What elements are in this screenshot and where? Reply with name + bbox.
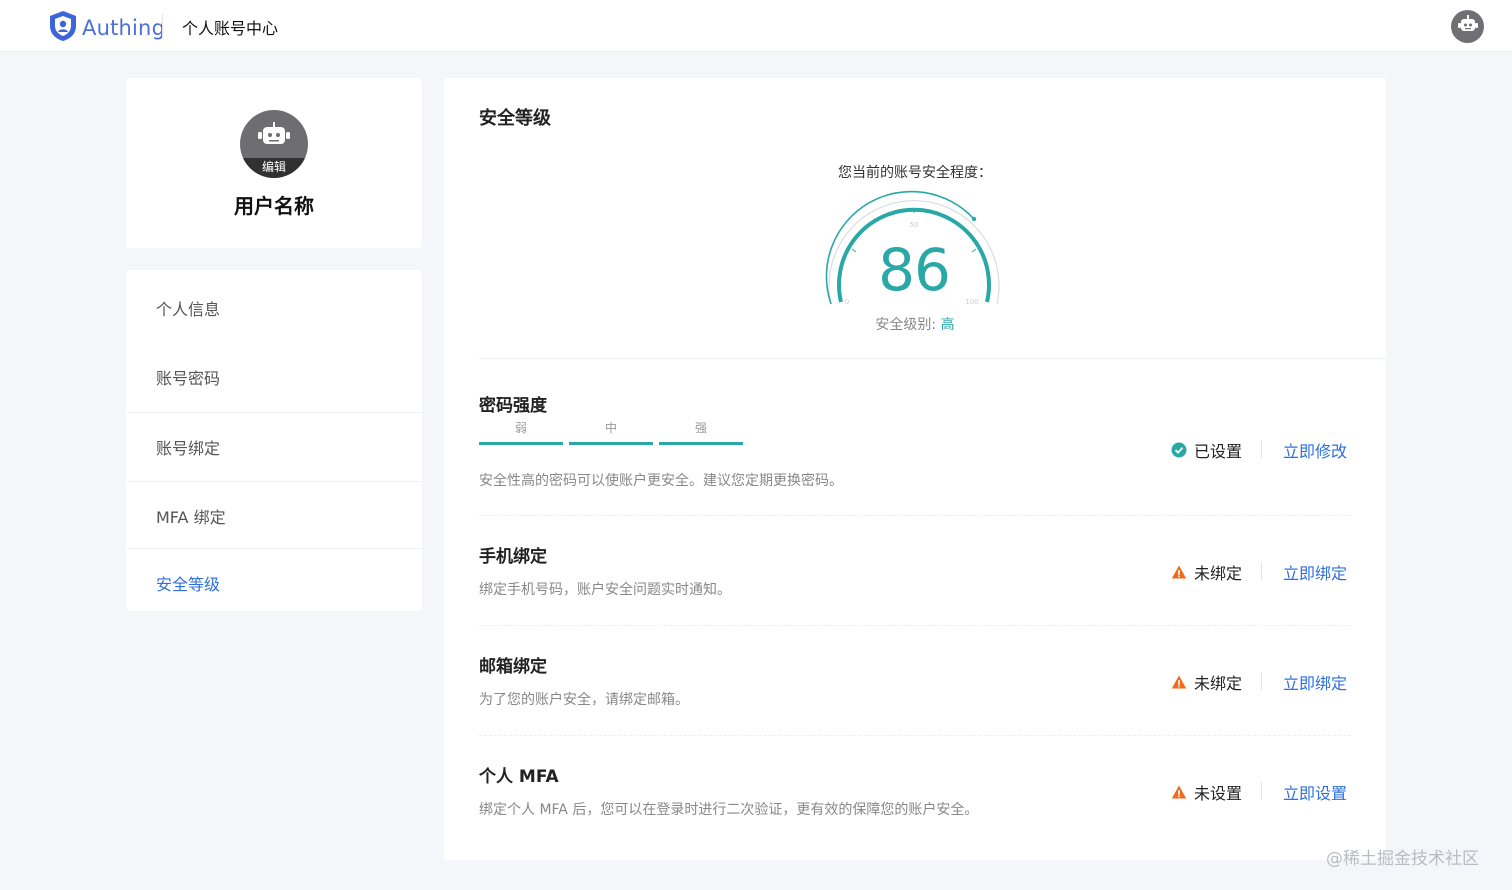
status-badge: 未绑定 — [1171, 670, 1242, 694]
gauge-tick-50: 50 — [910, 221, 919, 229]
check-circle-icon — [1171, 442, 1187, 458]
strength-medium: 中 — [569, 419, 653, 445]
divider — [479, 358, 1386, 359]
sidebar-item-mfa-binding[interactable]: MFA 绑定 — [126, 481, 422, 549]
setup-mfa-link[interactable]: 立即设置 — [1283, 780, 1347, 804]
security-level-text: 安全级别: 高 — [444, 314, 1386, 334]
phone-binding-section: 手机绑定 绑定手机号码，账户安全问题实时通知。 未绑定 立即绑定 — [479, 542, 1351, 612]
warning-icon — [1171, 674, 1187, 690]
security-score: 86 — [878, 236, 951, 304]
security-gauge: 50 0 100 86 — [819, 186, 1009, 311]
security-level-panel: 安全等级 您当前的账号安全程度： 50 0 100 86 安全级别: 高 密码强… — [444, 78, 1386, 860]
status-divider — [1261, 440, 1262, 458]
sidebar-item-personal-info[interactable]: 个人信息 — [126, 274, 422, 342]
warning-icon — [1171, 564, 1187, 580]
bind-email-link[interactable]: 立即绑定 — [1283, 670, 1347, 694]
section-heading: 邮箱绑定 — [479, 657, 547, 677]
sidebar-item-security-level[interactable]: 安全等级 — [126, 548, 422, 616]
sidebar-item-label: 安全等级 — [156, 574, 221, 594]
edit-avatar-label[interactable]: 编辑 — [240, 158, 308, 178]
section-divider — [479, 625, 1351, 626]
status-text: 未绑定 — [1194, 674, 1243, 693]
sidebar-item-account-password[interactable]: 账号密码 — [126, 343, 422, 411]
sidebar-menu: 个人信息 账号密码 账号绑定 MFA 绑定 安全等级 — [126, 270, 422, 611]
section-title: 安全等级 — [479, 108, 551, 129]
modify-password-link[interactable]: 立即修改 — [1283, 438, 1347, 462]
sidebar-item-label: 个人信息 — [156, 300, 221, 319]
section-description: 绑定个人 MFA 后，您可以在登录时进行二次验证，更有效的保障您的账户安全。 — [479, 802, 979, 818]
status-badge: 未设置 — [1171, 780, 1242, 804]
profile-card: 编辑 用户名称 — [126, 78, 422, 248]
logo-text: Authing — [82, 16, 166, 40]
section-description: 绑定手机号码，账户安全问题实时通知。 — [479, 582, 731, 598]
section-divider — [479, 515, 1351, 516]
status-badge: 未绑定 — [1171, 560, 1242, 584]
user-avatar-button[interactable] — [1451, 10, 1484, 43]
mfa-section: 个人 MFA 绑定个人 MFA 后，您可以在登录时进行二次验证，更有效的保障您的… — [479, 762, 1351, 832]
strength-strong: 强 — [659, 419, 743, 445]
section-description: 为了您的账户安全，请绑定邮箱。 — [479, 692, 689, 708]
section-heading: 个人 MFA — [479, 767, 559, 787]
status-badge: 已设置 — [1171, 438, 1242, 462]
username: 用户名称 — [234, 194, 314, 218]
sidebar-item-account-binding[interactable]: 账号绑定 — [126, 412, 422, 480]
status-text: 未设置 — [1194, 784, 1243, 803]
header-divider — [162, 14, 163, 38]
email-binding-section: 邮箱绑定 为了您的账户安全，请绑定邮箱。 未绑定 立即绑定 — [479, 652, 1351, 722]
password-strength-section: 密码强度 弱 中 强 安全性高的密码可以使账户更安全。建议您定期更换密码。 已设… — [479, 391, 1351, 491]
watermark: @稀土掘金技术社区 — [1326, 849, 1479, 869]
score-label: 您当前的账号安全程度： — [838, 165, 992, 181]
profile-avatar[interactable]: 编辑 — [240, 110, 308, 178]
strength-weak: 弱 — [479, 419, 563, 445]
shield-icon — [48, 10, 78, 46]
status-divider — [1261, 672, 1262, 690]
section-description: 安全性高的密码可以使账户更安全。建议您定期更换密码。 — [479, 473, 843, 489]
level-value: 高 — [940, 317, 955, 333]
warning-icon — [1171, 784, 1187, 800]
password-strength-meter: 弱 中 强 — [479, 419, 749, 445]
level-prefix: 安全级别: — [875, 317, 937, 333]
status-divider — [1261, 562, 1262, 580]
section-divider — [479, 735, 1351, 736]
status-text: 未绑定 — [1194, 564, 1243, 583]
status-text: 已设置 — [1194, 442, 1243, 461]
sidebar-item-label: 账号绑定 — [156, 438, 221, 458]
sidebar-item-label: 账号密码 — [156, 369, 221, 388]
sidebar-item-label: MFA 绑定 — [156, 507, 226, 527]
status-divider — [1261, 782, 1262, 800]
top-header: Authing 个人账号中心 — [0, 0, 1512, 52]
robot-avatar-icon — [1457, 14, 1479, 39]
authing-logo[interactable]: Authing — [48, 10, 165, 46]
section-heading: 手机绑定 — [479, 547, 547, 567]
page-title: 个人账号中心 — [182, 19, 279, 38]
bind-phone-link[interactable]: 立即绑定 — [1283, 560, 1347, 584]
robot-avatar-icon — [257, 122, 291, 156]
section-heading: 密码强度 — [479, 396, 547, 416]
